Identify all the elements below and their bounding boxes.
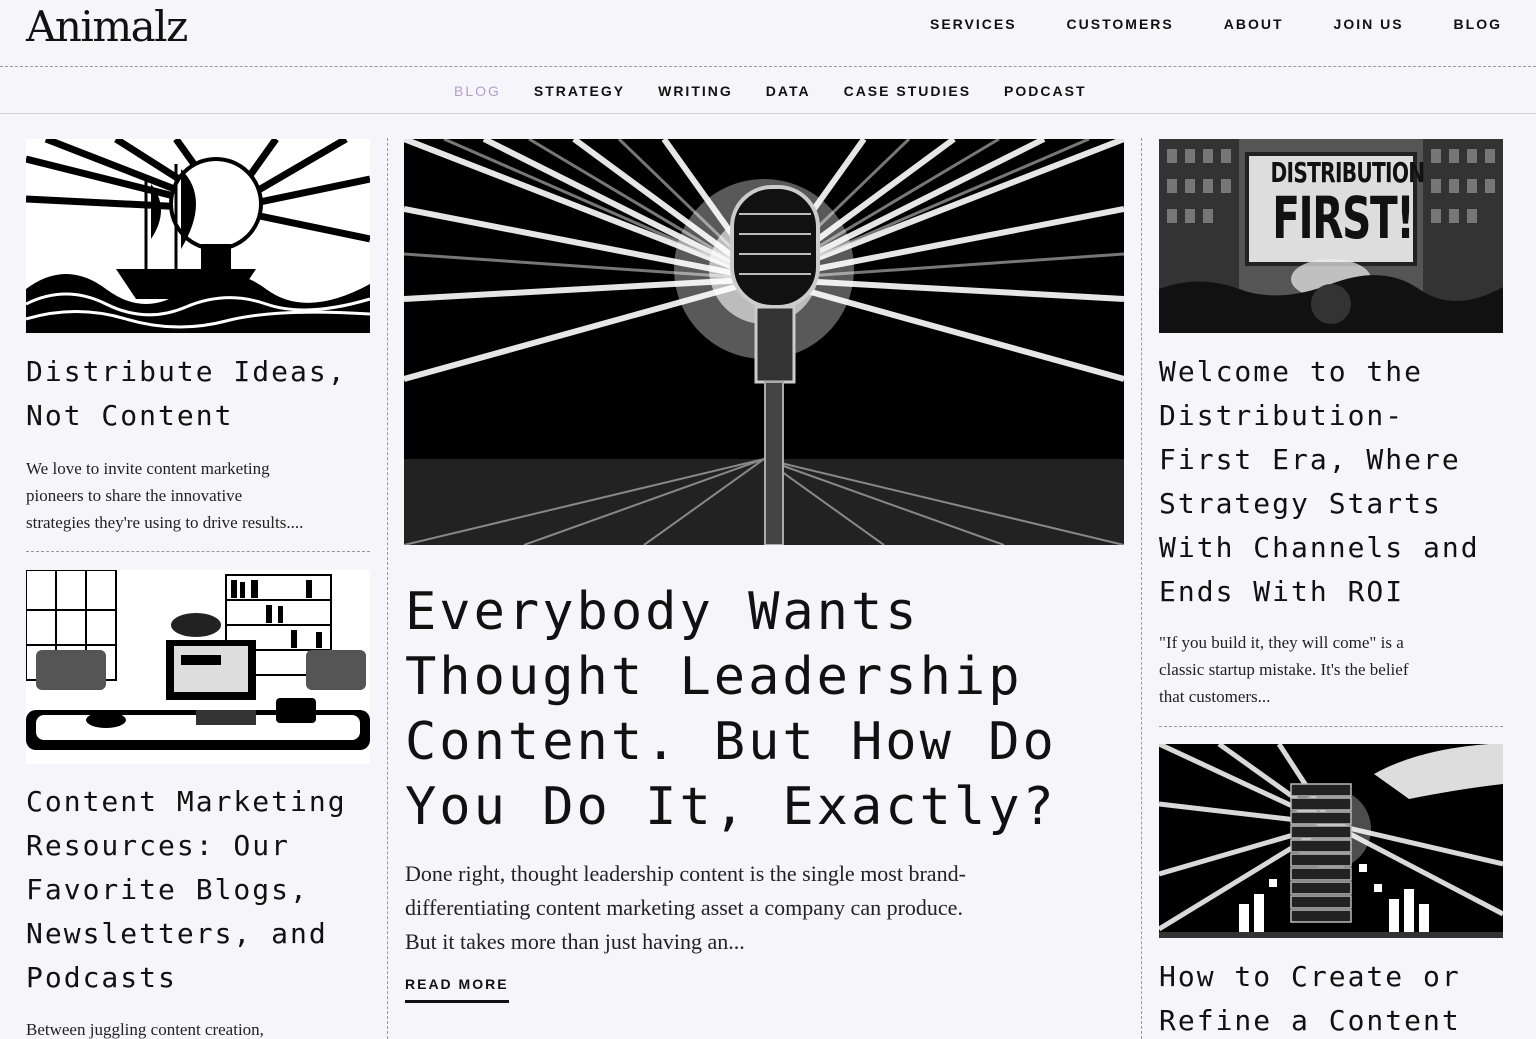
title-line: Refine a Content [1159, 1004, 1461, 1037]
distribution-first-image[interactable]: DISTRIBUTION FIRST! [1159, 139, 1503, 333]
title-line: Ends With ROI [1159, 575, 1405, 608]
column-divider [387, 138, 388, 1039]
card-divider [26, 551, 370, 552]
nav-services[interactable]: SERVICES [930, 16, 1017, 32]
category-writing[interactable]: WRITING [658, 83, 733, 99]
title-line: Favorite Blogs, [26, 873, 309, 906]
excerpt-line: differentiating content marketing asset … [405, 895, 963, 920]
top-header: Animalz SERVICES CUSTOMERS ABOUT JOIN US… [0, 0, 1536, 67]
nav-customers[interactable]: CUSTOMERS [1067, 16, 1174, 32]
nav-blog[interactable]: BLOG [1454, 16, 1502, 32]
post-excerpt: We love to invite content marketing pion… [26, 455, 303, 536]
post-excerpt: Between juggling content creation, [26, 1016, 264, 1039]
title-line: Thought Leadership [405, 647, 1023, 707]
protest-sign: DISTRIBUTION FIRST! [1247, 156, 1426, 252]
post-title[interactable]: Distribute Ideas, Not Content [26, 350, 347, 438]
title-line: Podcasts [26, 961, 177, 994]
excerpt-line: But it takes more than just having an... [405, 929, 745, 954]
title-line: Everybody Wants [405, 582, 920, 642]
category-case-studies[interactable]: CASE STUDIES [844, 83, 971, 99]
category-blog[interactable]: BLOG [454, 83, 501, 99]
lightbulb-ship-image[interactable] [26, 139, 370, 333]
excerpt-line: strategies they're using to drive result… [26, 513, 304, 532]
excerpt-line: We love to invite content marketing [26, 459, 270, 478]
title-line: Resources: Our [26, 829, 291, 862]
title-line: Content. But How Do [405, 712, 1057, 772]
read-more-link[interactable]: READ MORE [405, 976, 509, 1003]
excerpt-line: pioneers to share the innovative [26, 486, 243, 505]
cafe-laptop-image[interactable] [26, 570, 370, 764]
featured-excerpt: Done right, thought leadership content i… [405, 857, 966, 959]
title-line: How to Create or [1159, 960, 1461, 993]
animalz-logo[interactable]: Animalz [26, 2, 188, 51]
title-line: Distribution- [1159, 399, 1405, 432]
card-divider [1159, 726, 1503, 727]
sign-line: FIRST! [1272, 184, 1415, 252]
microphone-spotlight-image[interactable] [404, 139, 1124, 545]
post-title[interactable]: Welcome to the Distribution- First Era, … [1159, 350, 1480, 614]
title-line: Welcome to the [1159, 355, 1424, 388]
category-bar: BLOG STRATEGY WRITING DATA CASE STUDIES … [0, 67, 1536, 114]
excerpt-line: that customers... [1159, 687, 1271, 706]
category-data[interactable]: DATA [766, 83, 811, 99]
column-divider [1141, 138, 1142, 1039]
title-line: First Era, Where [1159, 443, 1461, 476]
sign-line: DISTRIBUTION [1270, 156, 1426, 189]
post-title[interactable]: Content Marketing Resources: Our Favorit… [26, 780, 347, 1000]
featured-post-title[interactable]: Everybody Wants Thought Leadership Conte… [405, 580, 1057, 840]
title-line: You Do It, Exactly? [405, 777, 1057, 837]
title-line: Distribute Ideas, [26, 355, 347, 388]
post-excerpt: "If you build it, they will come" is a c… [1159, 629, 1409, 710]
title-line: Not Content [26, 399, 234, 432]
title-line: Strategy Starts [1159, 487, 1442, 520]
excerpt-line: Between juggling content creation, [26, 1020, 264, 1039]
nav-about[interactable]: ABOUT [1224, 16, 1284, 32]
category-strategy[interactable]: STRATEGY [534, 83, 625, 99]
block-tower-image[interactable] [1159, 744, 1503, 938]
excerpt-line: Done right, thought leadership content i… [405, 861, 966, 886]
title-line: Content Marketing [26, 785, 347, 818]
title-line: With Channels and [1159, 531, 1480, 564]
title-line: Newsletters, and [26, 917, 328, 950]
excerpt-line: classic startup mistake. It's the belief [1159, 660, 1409, 679]
category-nav: BLOG STRATEGY WRITING DATA CASE STUDIES … [454, 83, 1120, 99]
post-title[interactable]: How to Create or Refine a Content [1159, 955, 1461, 1039]
excerpt-line: "If you build it, they will come" is a [1159, 633, 1404, 652]
category-podcast[interactable]: PODCAST [1004, 83, 1086, 99]
nav-join-us[interactable]: JOIN US [1334, 16, 1404, 32]
main-nav: SERVICES CUSTOMERS ABOUT JOIN US BLOG [880, 16, 1502, 32]
